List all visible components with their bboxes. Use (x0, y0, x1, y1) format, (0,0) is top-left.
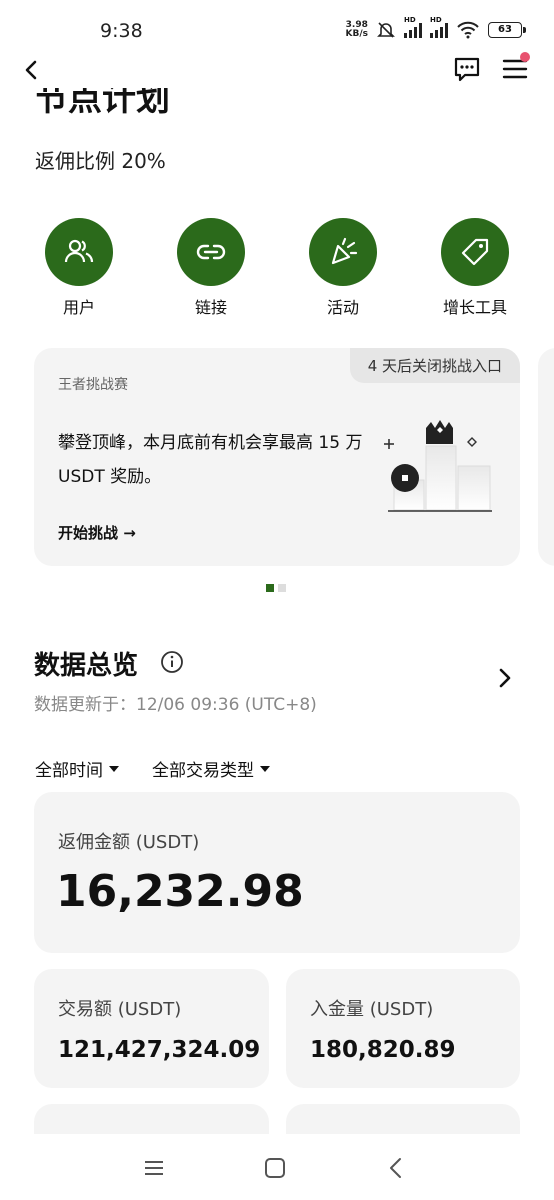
trading-volume-value: 121,427,324.09 (58, 1037, 261, 1063)
stat-card-partial[interactable] (34, 1104, 269, 1134)
mute-bell-icon (377, 22, 395, 38)
challenge-tag: 王者挑战赛 (58, 377, 128, 393)
action-growth-tools-label: 增长工具 (442, 298, 507, 317)
link-icon (196, 244, 226, 260)
caret-down-icon (260, 765, 270, 772)
stat-card-partial[interactable] (286, 1104, 520, 1134)
rebate-amount-value: 16,232.98 (56, 866, 304, 917)
party-popper-icon (331, 237, 358, 265)
signal-1-icon: HD (404, 16, 422, 38)
update-time: 数据更新于：12/06 09:36 (UTC+8) (34, 695, 317, 715)
time-filter-dropdown[interactable]: 全部时间 (35, 756, 119, 781)
back-button[interactable] (18, 56, 46, 84)
overview-title: 数据总览 (34, 651, 139, 681)
info-icon[interactable] (160, 650, 184, 674)
chat-icon[interactable] (452, 54, 482, 84)
start-challenge-link[interactable]: 开始挑战 → (58, 522, 136, 543)
deposit-volume-value: 180,820.89 (310, 1037, 456, 1063)
signal-2-icon: HD (430, 16, 448, 38)
wifi-icon (457, 21, 479, 39)
quick-actions: 用户 链接 活动 增长工具 (34, 218, 520, 318)
home-icon[interactable] (261, 1154, 289, 1182)
action-events-label: 活动 (326, 298, 359, 317)
challenge-card[interactable]: 4 天后关闭挑战入口 王者挑战赛 攀登顶峰，本月底前有机会享最高 15 万 US… (34, 348, 520, 566)
podium-crown-illustration (384, 420, 492, 512)
deposit-volume-label: 入金量 (USDT) (310, 999, 434, 1020)
pager-dot (278, 584, 286, 592)
rebate-ratio: 返佣比例 20% (35, 149, 166, 173)
chevron-right-icon[interactable] (494, 666, 516, 690)
carousel-pager (266, 584, 286, 592)
action-users-label: 用户 (62, 298, 95, 317)
tag-icon (461, 238, 489, 266)
trading-volume-card[interactable]: 交易额 (USDT) 121,427,324.09 (34, 969, 269, 1088)
network-speed-unit: KB/s (345, 29, 368, 39)
action-link-label: 链接 (194, 298, 227, 317)
battery-indicator: 63 (488, 22, 526, 38)
deposit-volume-card[interactable]: 入金量 (USDT) 180,820.89 (286, 969, 520, 1088)
trade-type-filter-label: 全部交易类型 (152, 761, 254, 781)
users-icon (64, 239, 94, 263)
time-filter-label: 全部时间 (35, 761, 103, 781)
top-bar (0, 50, 554, 90)
action-events[interactable]: 活动 (298, 218, 388, 318)
recent-apps-icon[interactable] (140, 1154, 168, 1182)
action-growth-tools[interactable]: 增长工具 (430, 218, 520, 318)
notification-dot (520, 52, 530, 62)
pager-dot-active (266, 584, 274, 592)
countdown-badge: 4 天后关闭挑战入口 (349, 348, 520, 383)
next-card-peek[interactable] (538, 348, 554, 566)
system-back-icon[interactable] (382, 1154, 410, 1182)
caret-down-icon (109, 765, 119, 772)
signal-2-label: HD (430, 16, 442, 24)
rebate-amount-label: 返佣金额 (USDT) (58, 832, 200, 853)
challenge-description: 攀登顶峰，本月底前有机会享最高 15 万 USDT 奖励。 (58, 433, 363, 487)
signal-1-label: HD (404, 16, 416, 24)
page-title: 节点计划 (34, 88, 170, 118)
rebate-amount-card[interactable]: 返佣金额 (USDT) 16,232.98 (34, 792, 520, 953)
system-nav-bar (0, 1134, 554, 1200)
action-users[interactable]: 用户 (34, 218, 124, 318)
status-icons: 3.98 KB/s HD HD 63 (346, 16, 526, 40)
trade-type-filter-dropdown[interactable]: 全部交易类型 (152, 756, 270, 781)
trading-volume-label: 交易额 (USDT) (58, 999, 182, 1020)
status-bar: 9:38 3.98 KB/s HD HD 63 (0, 0, 554, 50)
action-link[interactable]: 链接 (166, 218, 256, 318)
status-time: 9:38 (100, 20, 143, 42)
network-speed: 3.98 KB/s (346, 21, 368, 39)
